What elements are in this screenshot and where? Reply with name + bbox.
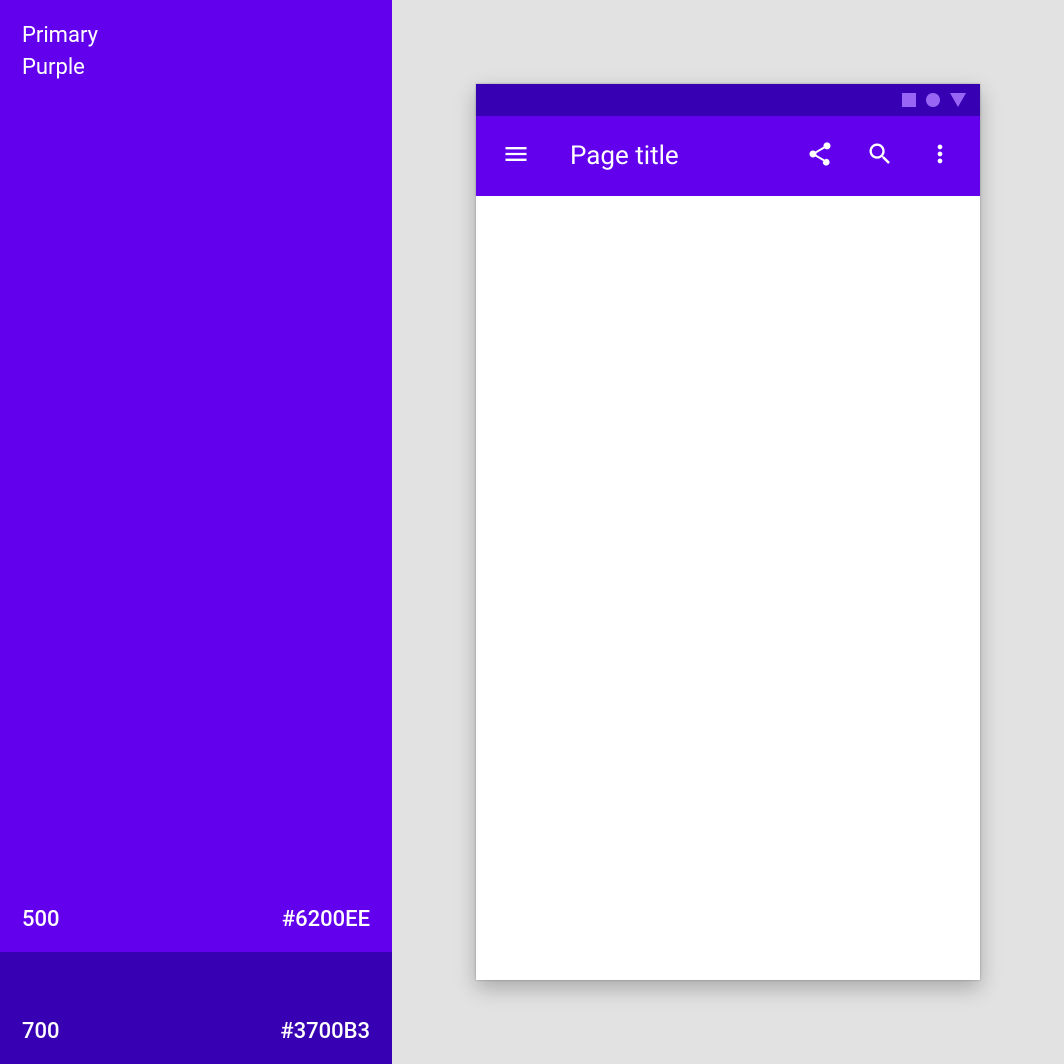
swatch-row-500: 500 #6200EE [22, 907, 370, 932]
device-body [476, 196, 980, 980]
swatch-hex: #6200EE [282, 907, 370, 932]
menu-button[interactable] [496, 136, 536, 176]
status-square-icon [902, 93, 916, 107]
hamburger-icon [502, 140, 530, 172]
device-frame: Page title [476, 84, 980, 980]
color-name-label: Purple [22, 52, 370, 84]
swatch-tone: 500 [22, 907, 60, 932]
primary-label: Primary [22, 20, 370, 52]
swatch-primary-500: Primary Purple 500 #6200EE [0, 0, 392, 952]
more-vert-icon [926, 140, 954, 172]
preview-area: Page title [392, 0, 1064, 1064]
status-bar [476, 84, 980, 116]
share-icon [806, 140, 834, 172]
swatch-row-700: 700 #3700B3 [22, 1019, 370, 1044]
status-circle-icon [926, 93, 940, 107]
overflow-menu-button[interactable] [920, 136, 960, 176]
search-icon [866, 140, 894, 172]
page-title: Page title [570, 141, 679, 171]
status-triangle-icon [950, 93, 966, 107]
color-swatch-panel: Primary Purple 500 #6200EE 700 #3700B3 [0, 0, 392, 1064]
app-bar: Page title [476, 116, 980, 196]
share-button[interactable] [800, 136, 840, 176]
swatch-tone: 700 [22, 1019, 60, 1044]
search-button[interactable] [860, 136, 900, 176]
swatch-hex: #3700B3 [280, 1019, 370, 1044]
swatch-primary-700: 700 #3700B3 [0, 952, 392, 1064]
